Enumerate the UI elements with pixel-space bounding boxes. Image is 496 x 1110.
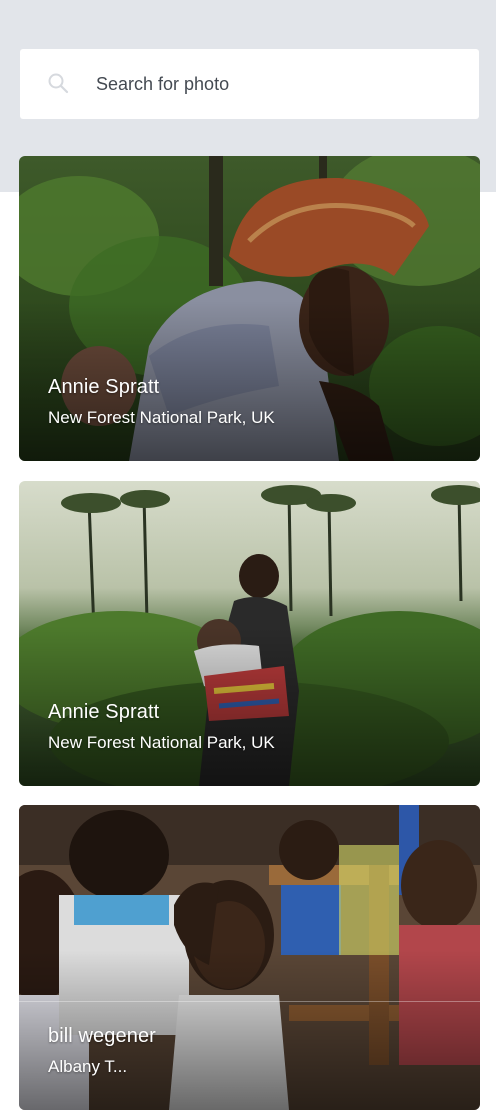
photo-card[interactable]: bill wegener Albany T...: [19, 805, 480, 1110]
photo-author: Annie Spratt: [48, 701, 160, 723]
photo-location: New Forest National Park, UK: [48, 408, 275, 427]
photo-card[interactable]: Annie Spratt New Forest National Park, U…: [19, 481, 480, 786]
photo-card[interactable]: Annie Spratt New Forest National Park, U…: [19, 156, 480, 461]
photo-location: New Forest National Park, UK: [48, 733, 275, 752]
photo-author: bill wegener: [48, 1025, 156, 1047]
search-icon[interactable]: [46, 71, 70, 95]
photo-author: Annie Spratt: [48, 376, 160, 398]
divider: [0, 1001, 496, 1002]
search-input[interactable]: [96, 70, 456, 98]
photo-location: Albany T...: [48, 1057, 128, 1076]
